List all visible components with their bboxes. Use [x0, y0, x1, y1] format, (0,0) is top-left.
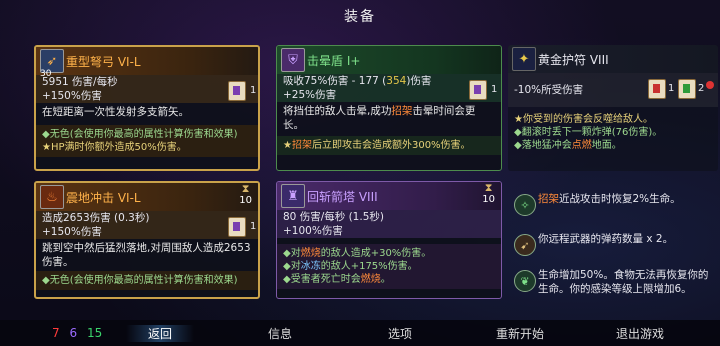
item-name: 回斩箭塔 VIII	[307, 190, 378, 204]
diamond-icon: ◆	[283, 248, 291, 259]
red-scroll-icon	[648, 79, 666, 99]
turret-icon: ♜	[281, 184, 305, 208]
hourglass-icon: ⧗	[484, 181, 493, 194]
nav-back[interactable]: 返回	[126, 325, 195, 342]
item-notes: ★你受到的伤害会反噬给敌人。 ◆翻滚时丢下一颗炸弹(76伤害)。 ◆落地猛冲会点…	[514, 114, 663, 151]
bottom-bar: 7 6 15 返回 信息 选项 重新开始 退出游戏	[0, 320, 720, 346]
scroll-icon	[228, 217, 246, 237]
diamond-icon: ◆	[283, 261, 291, 272]
item-bonus: +25%伤害	[277, 88, 501, 102]
item-stat: 80 伤害/每秒 (1.5秒)	[277, 210, 501, 224]
nav-options[interactable]: 选项	[388, 325, 412, 342]
green-scroll-icon	[678, 79, 696, 99]
scroll-stats: 7 6 15	[52, 326, 102, 340]
green-scroll-count: 2	[698, 83, 705, 94]
item-notes: ★招架后立即攻击会造成额外300%伤害。	[277, 136, 501, 155]
fire-icon: ♨	[40, 185, 64, 209]
item-name: 击晕盾 I+	[307, 54, 361, 68]
star-icon: ★	[42, 142, 51, 153]
item-name: 重型弩弓 VI-L	[66, 55, 141, 69]
hp-note: HP满时你额外造成50%伤害。	[50, 142, 187, 153]
diamond-icon: ◆	[42, 275, 50, 286]
star-icon: ★	[514, 114, 523, 125]
mutation-1[interactable]: ✧ 招架近战攻击时恢复2%生命。	[512, 190, 712, 220]
star-icon: ★	[283, 140, 292, 151]
item-notes: ◆对燃烧的敌人造成+30%伤害。 ◆对冰冻的敌人+175%伤害。 ◆受害者死亡时…	[277, 244, 501, 289]
mutation-3[interactable]: ❦ 生命增加50%。食物无法再恢复你的生命。你的感染等级上限增加6。	[512, 266, 712, 296]
cooldown: 10	[239, 195, 252, 206]
item-bonus: +100%伤害	[277, 224, 501, 238]
item-description: 在短距离一次性发射多支箭矢。	[42, 106, 189, 118]
amulet-icon: ✦	[512, 47, 536, 71]
weapon-card-shield[interactable]: ⛨ 击晕盾 I+ 吸收75%伤害 - 177 (354)伤害 +25%伤害 将挡…	[276, 45, 502, 171]
scroll-icon	[469, 80, 487, 100]
item-level: 30	[40, 69, 52, 79]
mutation-icon: ➹	[514, 234, 536, 256]
scroll-count: 1	[250, 221, 257, 232]
item-stat: 吸收75%伤害 - 177 (354)伤害	[277, 74, 501, 88]
colorless-note: 无色(会使用你最高的属性计算伤害和效果)	[49, 129, 238, 140]
skill-card-quake[interactable]: ♨ 震地冲击 VI-L ⧗ 10 造成2653伤害 (0.3秒) +150%伤害 …	[34, 181, 260, 299]
red-gem-icon	[706, 81, 714, 89]
diamond-icon: ◆	[42, 129, 50, 140]
nav-restart[interactable]: 重新开始	[496, 325, 544, 342]
page-title: 装备	[344, 9, 376, 25]
item-bonus: +150%伤害	[36, 89, 258, 103]
scroll-count: 1	[491, 84, 498, 95]
survival-count: 15	[86, 326, 103, 340]
item-description: 跳到空中然后猛烈落地,对周围敌人造成2653伤害。	[42, 242, 251, 268]
amulet-card[interactable]: ✦ 黄金护符 VIII -10%所受伤害 ★你受到的伤害会反噬给敌人。 ◆翻滚时…	[508, 45, 718, 171]
mutation-icon: ✧	[514, 194, 536, 216]
mutation-icon: ❦	[514, 270, 536, 292]
brutality-count: 7	[52, 326, 60, 340]
scroll-icon	[228, 81, 246, 101]
hourglass-icon: ⧗	[241, 182, 250, 195]
item-description: 将挡住的敌人击晕,成功招架击晕时间会更长。	[283, 105, 476, 131]
scroll-count: 1	[250, 85, 257, 96]
item-notes: ◆无色(会使用你最高的属性计算伤害和效果)	[36, 271, 258, 290]
item-stat: 5951 伤害/每秒	[36, 75, 258, 89]
tactics-count: 6	[69, 326, 78, 340]
shield-icon: ⛨	[281, 48, 305, 72]
item-name: 震地冲击 VI-L	[66, 191, 141, 205]
nav-quit[interactable]: 退出游戏	[616, 325, 664, 342]
diamond-icon: ◆	[514, 140, 522, 151]
skill-card-turret[interactable]: ♜ 回斩箭塔 VIII ⧗ 10 80 伤害/每秒 (1.5秒) +100%伤害 …	[276, 181, 502, 299]
weapon-card-crossbow[interactable]: ➶ 重型弩弓 VI-L 30 5951 伤害/每秒 +150%伤害 在短距离一次…	[34, 45, 260, 171]
red-scroll-count: 1	[668, 83, 675, 94]
item-notes: ◆无色(会使用你最高的属性计算伤害和效果) ★HP满时你额外造成50%伤害。	[36, 125, 258, 157]
nav-info[interactable]: 信息	[268, 325, 292, 342]
item-stat: 造成2653伤害 (0.3秒)	[36, 211, 258, 225]
diamond-icon: ◆	[283, 274, 291, 285]
item-bonus: +150%伤害	[36, 225, 258, 239]
cooldown: 10	[482, 194, 495, 205]
mutation-2[interactable]: ➹ 你远程武器的弹药数量 x 2。	[512, 230, 712, 260]
item-name: 黄金护符 VIII	[538, 53, 609, 67]
diamond-icon: ◆	[514, 127, 522, 138]
